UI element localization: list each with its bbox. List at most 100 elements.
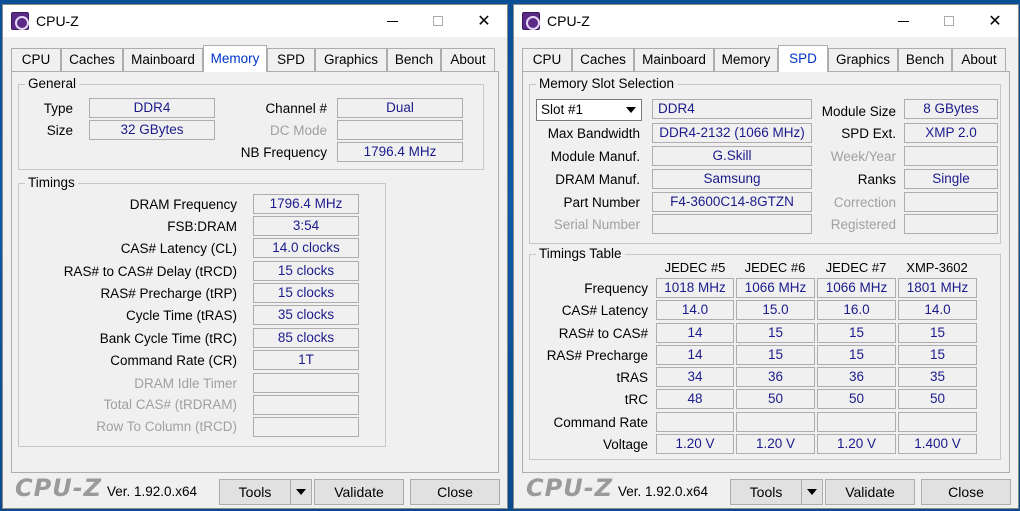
part-number-value: F4-3600C14-8GTZN	[652, 192, 812, 212]
slot-selection-group: Memory Slot Selection Slot #1 DDR4 Modul…	[529, 76, 1001, 244]
tab-mainboard[interactable]: Mainboard	[634, 48, 714, 71]
tab-spd[interactable]: SPD	[778, 45, 828, 72]
timing-cell: 1066 MHz	[817, 278, 896, 298]
maximize-button[interactable]	[926, 5, 972, 37]
close-icon: ✕	[477, 13, 491, 30]
module-size-label: Module Size	[821, 104, 896, 119]
minimize-icon	[897, 20, 909, 22]
timing-cell: 15	[898, 345, 977, 365]
spd-panel: Memory Slot Selection Slot #1 DDR4 Modul…	[522, 71, 1010, 473]
trc-label: tRC	[624, 392, 648, 407]
timing-cell: 15	[817, 345, 896, 365]
tools-button[interactable]: Tools	[219, 479, 291, 505]
validate-button[interactable]: Validate	[314, 479, 404, 505]
tab-mainboard[interactable]: Mainboard	[123, 48, 203, 71]
tab-caches[interactable]: Caches	[572, 48, 634, 71]
ranks-value: Single	[904, 169, 998, 189]
col-jedec6: JEDEC #6	[744, 260, 806, 275]
command-rate-value: 1T	[253, 350, 359, 370]
tab-graphics[interactable]: Graphics	[828, 48, 898, 71]
timing-cell: 14	[656, 345, 734, 365]
dram-frequency-value: 1796.4 MHz	[253, 194, 359, 214]
tras-label: tRAS	[616, 370, 648, 385]
dram-manuf-value: Samsung	[652, 169, 812, 189]
tab-caches[interactable]: Caches	[61, 48, 123, 71]
correction-label: Correction	[833, 195, 896, 210]
timing-cell: 1.400 V	[898, 434, 977, 454]
version-label: Ver. 1.92.0.x64	[618, 484, 709, 499]
fsb-dram-value: 3:54	[253, 216, 359, 236]
dram-idle-timer-value	[253, 373, 359, 393]
close-window-button[interactable]: ✕	[972, 5, 1018, 37]
spd-type-value: DDR4	[652, 99, 812, 119]
trc-value: 85 clocks	[253, 328, 359, 348]
size-label: Size	[46, 123, 73, 138]
minimize-button[interactable]	[369, 5, 415, 37]
tras-label: Cycle Time (tRAS)	[125, 308, 237, 323]
timing-cell: 1018 MHz	[656, 278, 734, 298]
tab-about[interactable]: About	[952, 48, 1006, 71]
maximize-button[interactable]	[415, 5, 461, 37]
timing-cell: 16.0	[817, 300, 896, 320]
tab-cpu[interactable]: CPU	[11, 48, 61, 71]
title-bar[interactable]: CPU-Z ✕	[3, 5, 507, 37]
cas-latency-value: 14.0 clocks	[253, 238, 359, 258]
cpuz-logo: CPU-Z	[15, 474, 103, 502]
timings-table-group: Timings Table JEDEC #5 JEDEC #6 JEDEC #7…	[529, 246, 1001, 460]
dram-idle-timer-label: DRAM Idle Timer	[134, 376, 237, 391]
tools-dropdown-button[interactable]	[290, 479, 312, 505]
col-jedec5: JEDEC #5	[664, 260, 726, 275]
close-window-button[interactable]: ✕	[461, 5, 507, 37]
validate-button[interactable]: Validate	[825, 479, 915, 505]
timing-cell: 14.0	[898, 300, 977, 320]
total-cas-value	[253, 395, 359, 415]
tools-button[interactable]: Tools	[730, 479, 802, 505]
maximize-icon	[944, 16, 954, 26]
minimize-icon	[386, 20, 398, 22]
close-button[interactable]: Close	[410, 479, 500, 505]
tab-cpu[interactable]: CPU	[522, 48, 572, 71]
tab-bench[interactable]: Bench	[898, 48, 952, 71]
size-value: 32 GBytes	[89, 120, 215, 140]
tab-spd[interactable]: SPD	[267, 48, 315, 71]
general-group: General Type DDR4 Size 32 GBytes Channel…	[18, 76, 484, 170]
col-jedec7: JEDEC #7	[825, 260, 887, 275]
tools-dropdown-button[interactable]	[801, 479, 823, 505]
week-year-value	[904, 146, 998, 166]
cas-latency-label: CAS# Latency (CL)	[120, 241, 237, 256]
tab-memory[interactable]: Memory	[203, 45, 267, 72]
close-button[interactable]: Close	[921, 479, 1011, 505]
tab-about[interactable]: About	[441, 48, 495, 71]
timing-cell: 1.20 V	[656, 434, 734, 454]
serial-number-value	[652, 214, 812, 234]
tab-graphics[interactable]: Graphics	[315, 48, 387, 71]
col-xmp: XMP-3602	[906, 260, 968, 275]
tab-memory[interactable]: Memory	[714, 48, 778, 71]
tras-value: 35 clocks	[253, 305, 359, 325]
general-group-title: General	[25, 76, 80, 92]
timing-cell	[898, 412, 977, 432]
slot-select[interactable]: Slot #1	[536, 99, 642, 121]
timing-cell: 48	[656, 389, 734, 409]
channel-value: Dual	[337, 98, 463, 118]
cpuz-logo: CPU-Z	[526, 474, 614, 502]
command-rate-label: Command Rate (CR)	[110, 353, 237, 368]
timing-cell	[817, 412, 896, 432]
timing-cell: 34	[656, 367, 734, 387]
week-year-label: Week/Year	[830, 149, 896, 164]
max-bandwidth-value: DDR4-2132 (1066 MHz)	[652, 123, 812, 143]
timing-cell: 14.0	[656, 300, 734, 320]
minimize-button[interactable]	[880, 5, 926, 37]
module-size-value: 8 GBytes	[904, 99, 998, 119]
tab-bench[interactable]: Bench	[387, 48, 441, 71]
correction-value	[904, 192, 998, 212]
dropdown-arrow-icon	[807, 489, 817, 495]
timing-cell: 36	[736, 367, 815, 387]
cpuz-window-spd: CPU-Z ✕ CPU Caches Mainboard Memory SPD …	[513, 4, 1019, 509]
max-bandwidth-label: Max Bandwidth	[547, 126, 640, 141]
timings-table-title: Timings Table	[536, 246, 625, 262]
row-to-column-value	[253, 417, 359, 437]
timings-group: Timings DRAM Frequency 1796.4 MHz FSB:DR…	[18, 175, 386, 447]
type-label: Type	[43, 101, 73, 116]
title-bar[interactable]: CPU-Z ✕	[514, 5, 1018, 37]
